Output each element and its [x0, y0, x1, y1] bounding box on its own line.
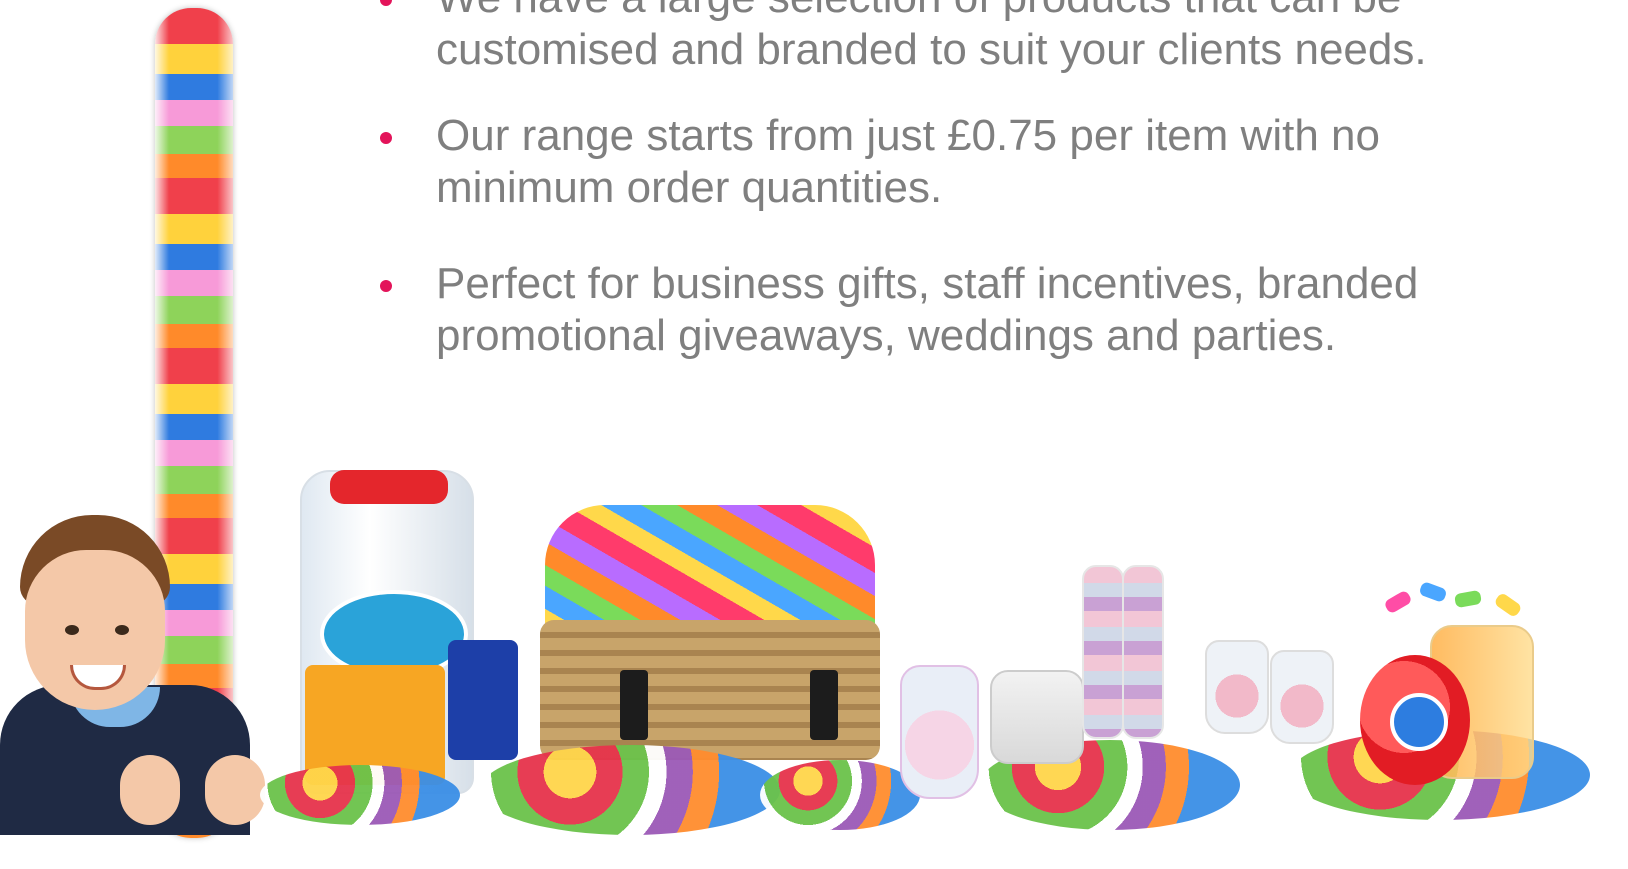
bullet-text: Our range starts from just £0.75 per ite… — [436, 111, 1380, 212]
sweet-tub-image — [990, 670, 1084, 764]
bullet-text: We have a large selection of products th… — [436, 0, 1427, 74]
wedding-favour-image — [900, 665, 979, 799]
slide: We have a large selection of products th… — [0, 0, 1628, 869]
sweets-pile-image — [480, 745, 780, 835]
bullet-text: Perfect for business gifts, staff incent… — [436, 259, 1419, 360]
bullet-dot-icon — [380, 0, 392, 6]
mini-tube-image — [1082, 565, 1124, 739]
bullet-dot-icon — [380, 280, 392, 292]
child-image — [0, 515, 265, 845]
bullet-list: We have a large selection of products th… — [0, 0, 1628, 420]
favour-bag-image — [1205, 640, 1269, 734]
round-tub-image — [1360, 655, 1470, 785]
bullet-dot-icon — [380, 132, 392, 144]
